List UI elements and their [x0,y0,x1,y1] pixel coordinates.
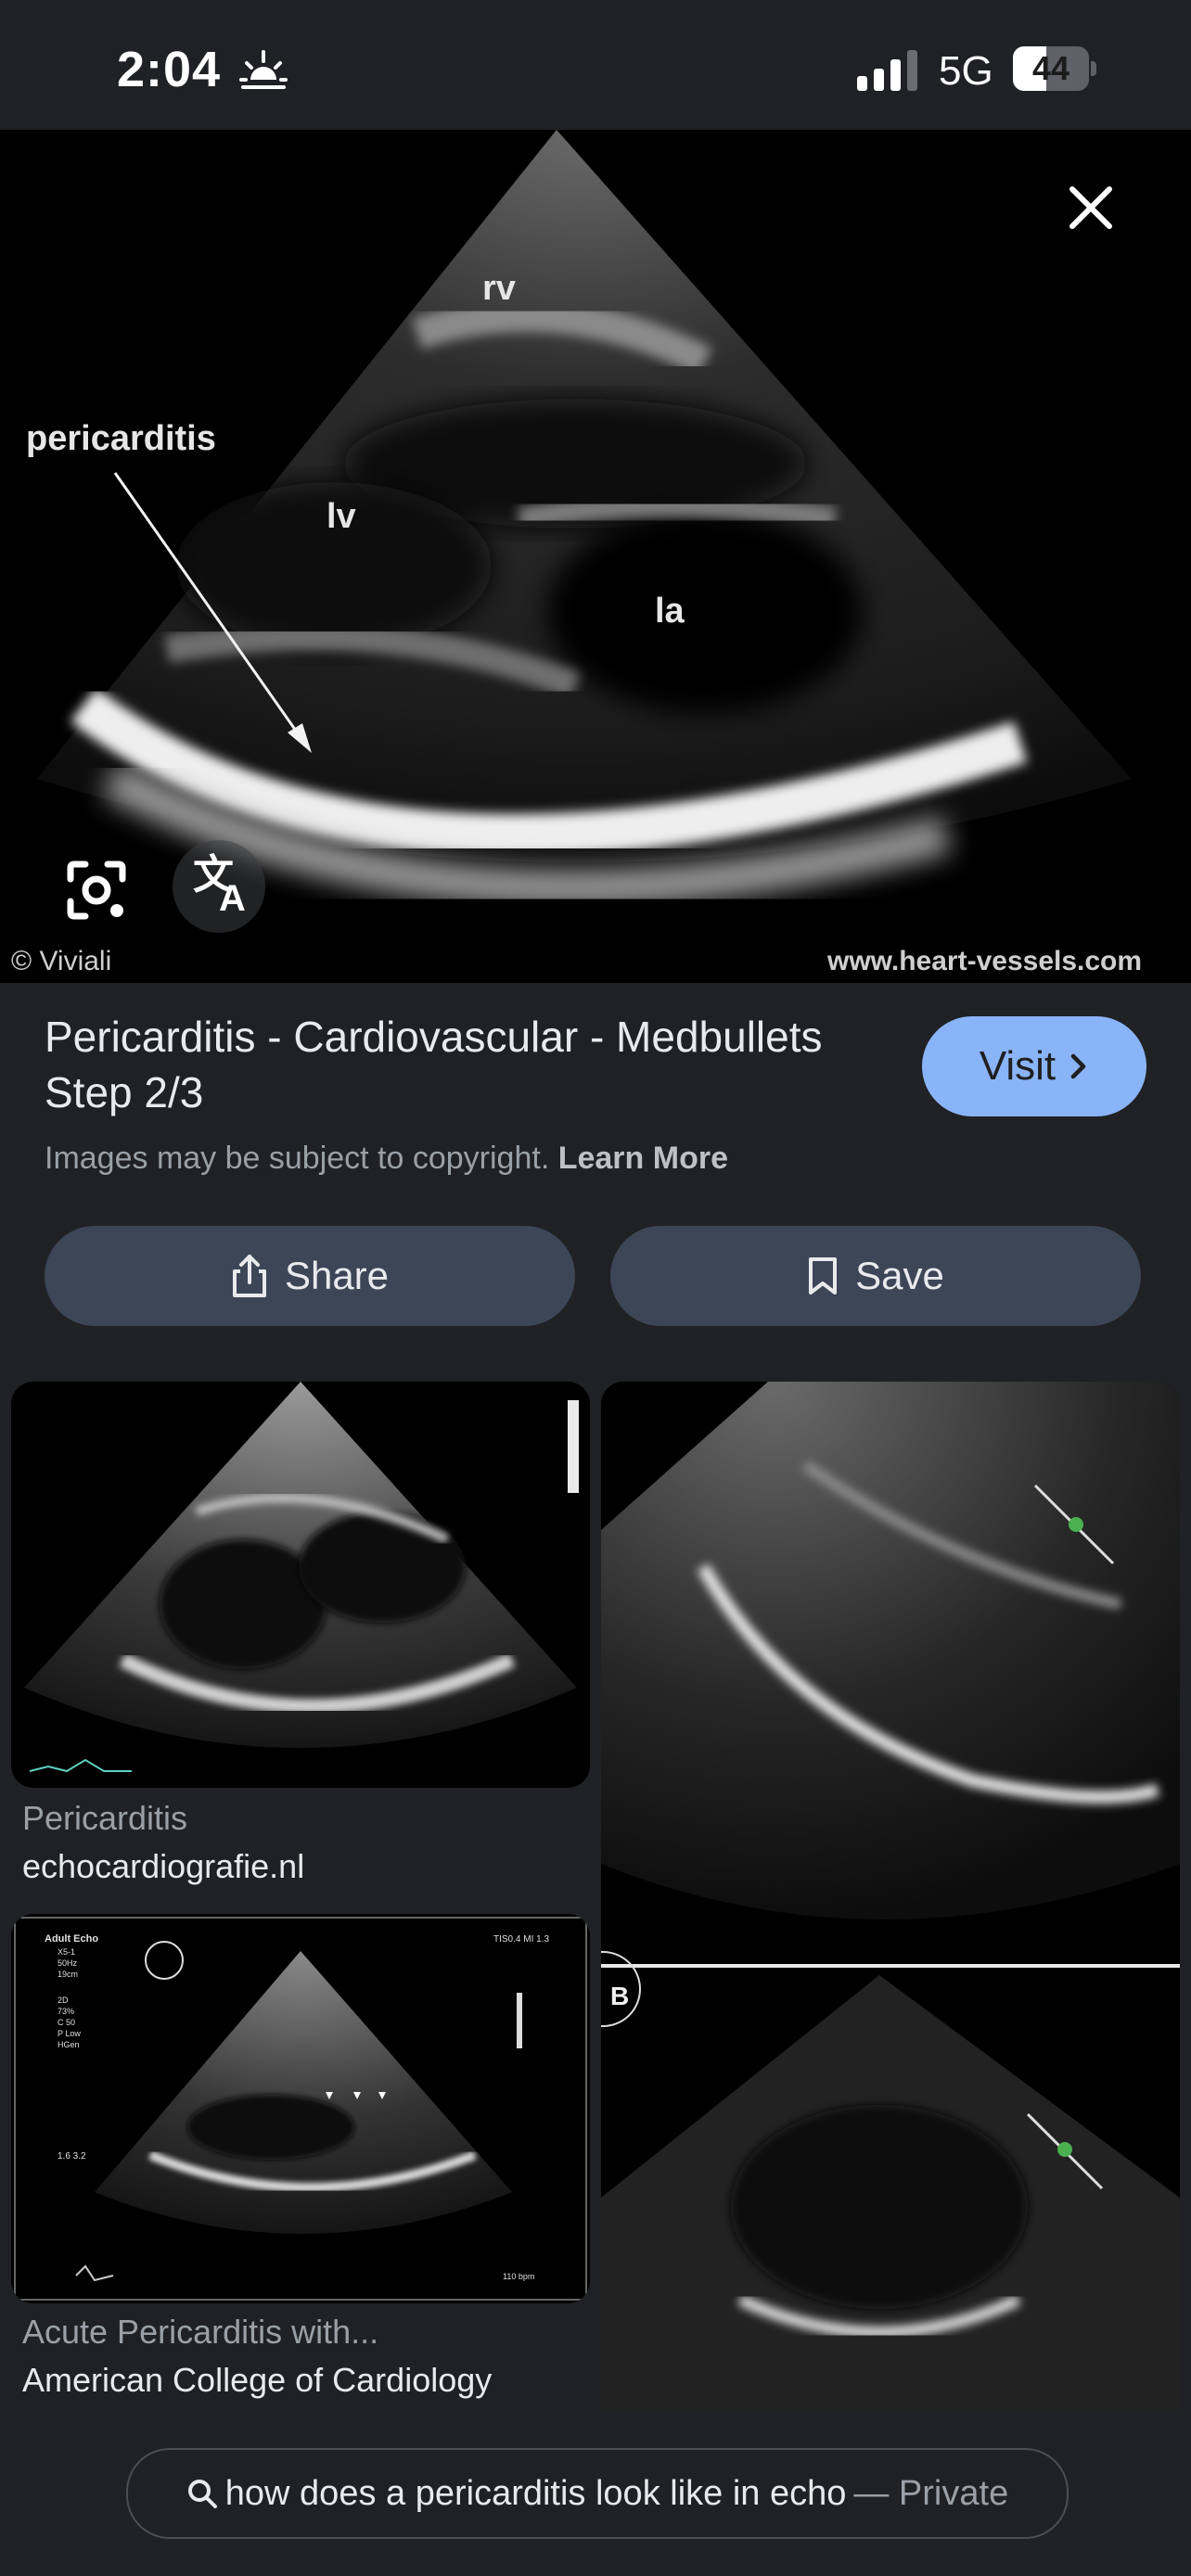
learn-more-link[interactable]: Learn More [558,1141,728,1176]
search-icon [187,2480,217,2508]
related-image-3[interactable]: Adult Echo X5-1 50Hz 19cm TIS0.4 MI 1.3 … [11,1914,590,2303]
echo-label-rv: rv [482,269,516,308]
overlay-setting-1: 73% [58,2007,74,2016]
echo-label-pericarditis: pericarditis [26,419,216,458]
echo-label-la: la [655,592,685,631]
search-query-pill[interactable]: how does a pericarditis look like in ech… [126,2448,1069,2539]
result-title[interactable]: Pericarditis - Cardiovascular - Medbulle… [45,1009,898,1120]
signal-icon [857,50,917,91]
related-image-2-scan: B [601,1382,1180,2413]
image-credit-right: www.heart-vessels.com [827,946,1143,976]
overlay-header-1: X5-1 [58,1947,75,1957]
translate-button[interactable]: 文 A [173,840,265,933]
echo-label-lv: lv [327,497,356,536]
image-credit-left: © Viviali [11,946,112,976]
panel-label-b: B [610,1982,629,2010]
overlay-top-right: TIS0.4 MI 1.3 [493,1934,549,1945]
svg-text:A: A [219,878,246,919]
bookmark-icon [809,1257,838,1294]
overlay-values: 1.6 3.2 [58,2151,86,2162]
share-button[interactable]: Share [45,1226,575,1326]
battery-icon: 44 [1013,46,1096,91]
sunrise-icon [239,50,288,89]
battery-body: 44 [1013,46,1089,91]
chevron-right-icon [1070,1053,1086,1079]
battery-level: 44 [1031,49,1070,87]
related-image-1-scan [24,1382,579,1773]
search-query-text: how does a pericarditis look like in ech… [224,2473,847,2513]
share-icon [232,1255,266,1297]
close-icon[interactable] [1059,176,1122,239]
overlay-bpm: 110 bpm [503,2272,534,2281]
related-image-3-scan: Adult Echo X5-1 50Hz 19cm TIS0.4 MI 1.3 … [14,1917,587,2301]
related-image-3-title[interactable]: Acute Pericarditis with... [22,2313,378,2352]
network-label: 5G [939,48,993,94]
share-button-label: Share [284,1254,390,1297]
save-button[interactable]: Save [610,1226,1141,1326]
status-time: 2:04 [117,42,222,97]
overlay-setting-0: 2D [58,1996,69,2005]
overlay-setting-2: C 50 [58,2018,75,2027]
related-image-1-title[interactable]: Pericarditis [22,1799,187,1838]
battery-tip [1091,61,1096,76]
translate-icon: 文 A [193,852,246,919]
visit-button-label: Visit [979,1043,1057,1089]
overlay-header-3: 19cm [58,1970,78,1979]
related-image-3-source[interactable]: American College of Cardiology [22,2361,492,2400]
overlay-setting-4: HGen [58,2040,80,2049]
related-image-2[interactable]: B [601,1382,1180,2413]
overlay-setting-3: P Low [58,2029,81,2038]
search-private-label: — Private [853,2473,1009,2513]
related-image-1-source[interactable]: echocardiografie.nl [22,1847,304,1886]
related-image-1[interactable] [11,1382,590,1788]
overlay-header-0: Adult Echo [45,1933,98,1945]
save-button-label: Save [855,1254,944,1297]
copyright-text: Images may be subject to copyright. [45,1141,550,1176]
visit-button[interactable]: Visit [922,1016,1146,1116]
overlay-header-2: 50Hz [58,1958,78,1968]
copyright-note: Images may be subject to copyright. Lear… [45,1141,728,1177]
lens-icon[interactable] [58,851,135,929]
